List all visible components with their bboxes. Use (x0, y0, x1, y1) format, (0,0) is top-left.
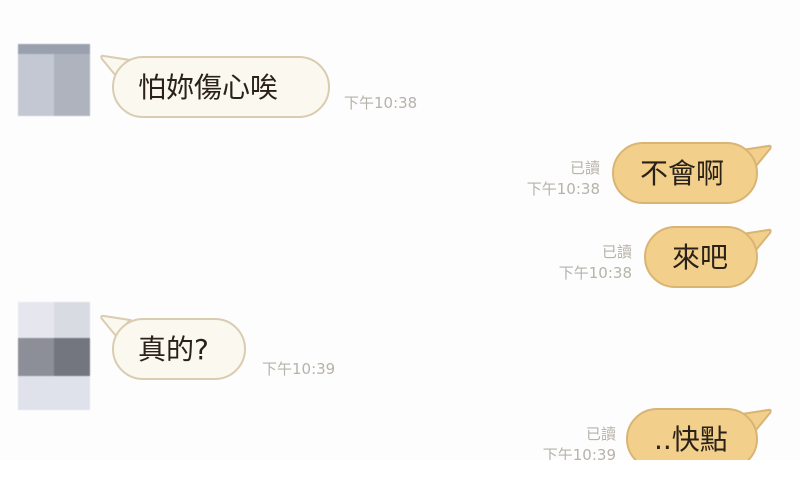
read-receipt: 已讀 (569, 159, 600, 177)
message-text: 怕妳傷心唉 (138, 71, 279, 104)
message-bubble-incoming[interactable]: 怕妳傷心唉 (112, 56, 330, 118)
message-text: 不會啊 (640, 157, 725, 190)
message-time: 下午10:39 (542, 446, 616, 460)
avatar[interactable] (18, 44, 90, 116)
message-bubble-outgoing[interactable]: ..快點 (626, 408, 758, 460)
message-text: 真的? (138, 333, 209, 366)
message-text: 來吧 (672, 241, 729, 274)
message-bubble-outgoing[interactable]: 來吧 (644, 226, 758, 288)
read-receipt: 已讀 (585, 425, 616, 443)
message-text: ..快點 (654, 423, 728, 456)
message-time: 下午10:38 (558, 264, 632, 282)
message-bubble-outgoing[interactable]: 不會啊 (612, 142, 758, 204)
message-time: 下午10:38 (526, 180, 600, 198)
chat-area[interactable]: 怕妳傷心唉 下午10:38 已讀 下午10:38 不會啊 已讀 下午10:38 … (0, 0, 800, 460)
message-time: 下午10:39 (262, 360, 336, 378)
read-receipt: 已讀 (601, 243, 632, 261)
message-time: 下午10:38 (344, 94, 418, 112)
message-bubble-incoming[interactable]: 真的? (112, 318, 246, 380)
avatar[interactable] (18, 302, 90, 410)
